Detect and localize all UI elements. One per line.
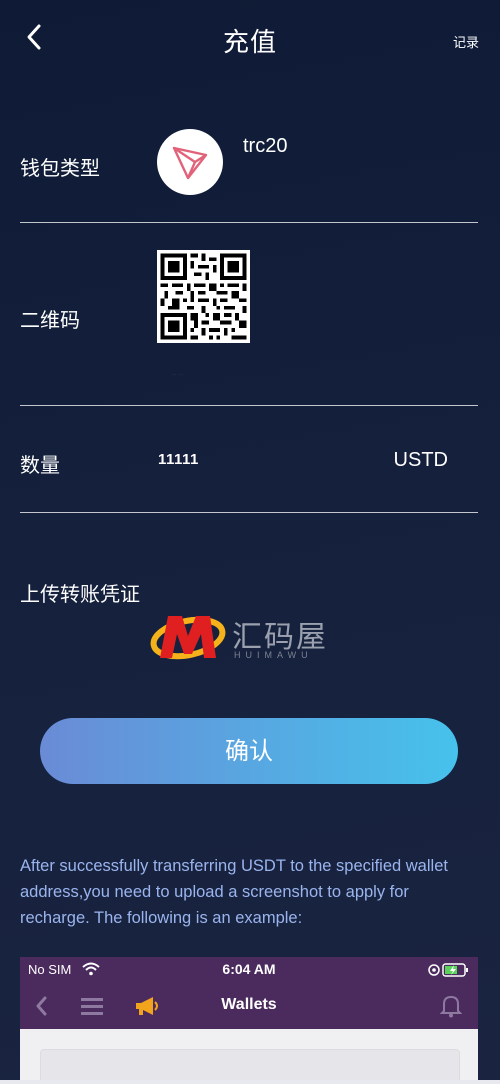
example-card	[40, 1049, 460, 1084]
page-title: 充值	[222, 28, 277, 58]
qr-address-text: .. ..	[172, 368, 184, 377]
confirm-button[interactable]: 确认	[40, 718, 458, 784]
bell-icon	[440, 995, 462, 1018]
battery-icon	[428, 962, 470, 983]
example-status-bar: No SIM 6:04 AM	[20, 957, 478, 983]
amount-unit: USTD	[393, 449, 448, 471]
upload-proof-label: 上传转账凭证	[20, 582, 140, 606]
example-time: 6:04 AM	[222, 961, 276, 977]
records-link[interactable]: 记录	[453, 32, 479, 51]
upload-proof-area[interactable]: 汇码屋 HUIMAWU	[150, 606, 330, 666]
amount-value[interactable]: 11111	[158, 451, 199, 468]
amount-label: 数量	[20, 453, 60, 477]
wallet-type-label: 钱包类型	[20, 156, 100, 180]
recharge-page: 充值 记录 钱包类型 trc20 二维码 .. .. 数量 11111 USTD…	[0, 0, 500, 1084]
divider	[20, 405, 478, 406]
tron-logo-icon	[157, 129, 223, 195]
qr-code-label: 二维码	[20, 308, 80, 332]
divider	[20, 512, 478, 513]
qr-code-image	[157, 250, 250, 343]
watermark-subtext: HUIMAWU	[234, 650, 313, 660]
example-nav-bar: Wallets	[20, 983, 478, 1029]
example-nav-title: Wallets	[221, 996, 277, 1013]
bottom-strip	[0, 1080, 500, 1084]
watermark-logo-icon	[150, 616, 226, 660]
example-screenshot: No SIM 6:04 AM Wallets	[20, 957, 478, 1084]
instruction-text: After successfully transferring USDT to …	[20, 857, 448, 927]
wallet-type-value: trc20	[243, 135, 288, 157]
divider	[20, 222, 478, 223]
